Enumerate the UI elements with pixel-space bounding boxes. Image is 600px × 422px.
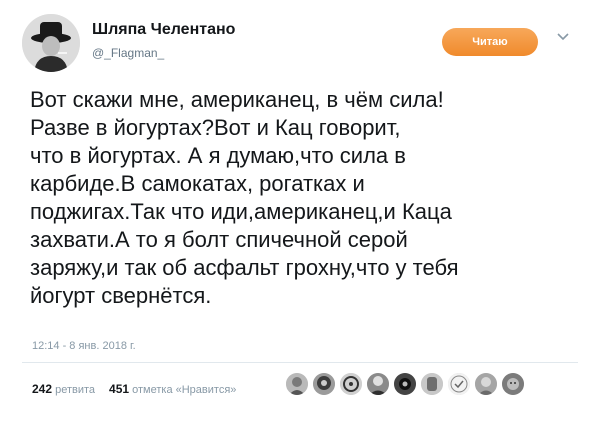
user-avatar-8[interactable] bbox=[475, 373, 497, 395]
tweet-stats: 242 ретвита 451 отметка «Нравится» bbox=[32, 382, 236, 396]
tweet-line: поджигах.Так что иди,американец,и Каца bbox=[30, 199, 452, 224]
likes-stat[interactable]: 451 отметка «Нравится» bbox=[109, 382, 236, 396]
user-avatar-6[interactable] bbox=[421, 373, 443, 395]
tweet-line: карбиде.В самокатах, рогатках и bbox=[30, 171, 365, 196]
likes-label: отметка «Нравится» bbox=[132, 384, 237, 396]
divider bbox=[22, 362, 578, 363]
tweet-line: что в йогуртах. А я думаю,что сила в bbox=[30, 143, 406, 168]
user-avatar-4[interactable] bbox=[367, 373, 389, 395]
tweet-line: Разве в йогуртах?Вот и Кац говорит, bbox=[30, 115, 401, 140]
likes-count: 451 bbox=[109, 382, 130, 396]
retweets-count: 242 bbox=[32, 382, 53, 396]
tweet-timestamp[interactable]: 12:14 - 8 янв. 2018 г. bbox=[32, 340, 136, 352]
man-in-hat-photo bbox=[22, 14, 80, 72]
user-avatar-9[interactable] bbox=[502, 373, 524, 395]
tweet-line: заряжу,и так об асфальт грохну,что у теб… bbox=[30, 255, 459, 280]
liker-avatars bbox=[286, 373, 524, 395]
tweet-line: Вот скажи мне, американец, в чём сила! bbox=[30, 87, 444, 112]
following-button[interactable]: Читаю bbox=[442, 28, 538, 56]
user-avatar-7[interactable] bbox=[448, 373, 470, 395]
user-avatar-5[interactable] bbox=[394, 373, 416, 395]
user-avatar-2[interactable] bbox=[313, 373, 335, 395]
profile-avatar[interactable] bbox=[22, 14, 80, 72]
tweet-line: захвати.А то я болт спичечной серой bbox=[30, 227, 408, 252]
tweet-line: йогурт свернётся. bbox=[30, 283, 212, 308]
retweets-stat[interactable]: 242 ретвита bbox=[32, 382, 95, 396]
display-name[interactable]: Шляпа Челентано bbox=[92, 21, 235, 39]
chevron-down-icon[interactable] bbox=[556, 30, 570, 44]
user-handle[interactable]: @_Flagman_ bbox=[92, 46, 164, 60]
retweets-label: ретвита bbox=[55, 384, 96, 396]
tweet-text: Вот скажи мне, американец, в чём сила! Р… bbox=[30, 86, 575, 310]
user-avatar-1[interactable] bbox=[286, 373, 308, 395]
user-avatar-3[interactable] bbox=[340, 373, 362, 395]
